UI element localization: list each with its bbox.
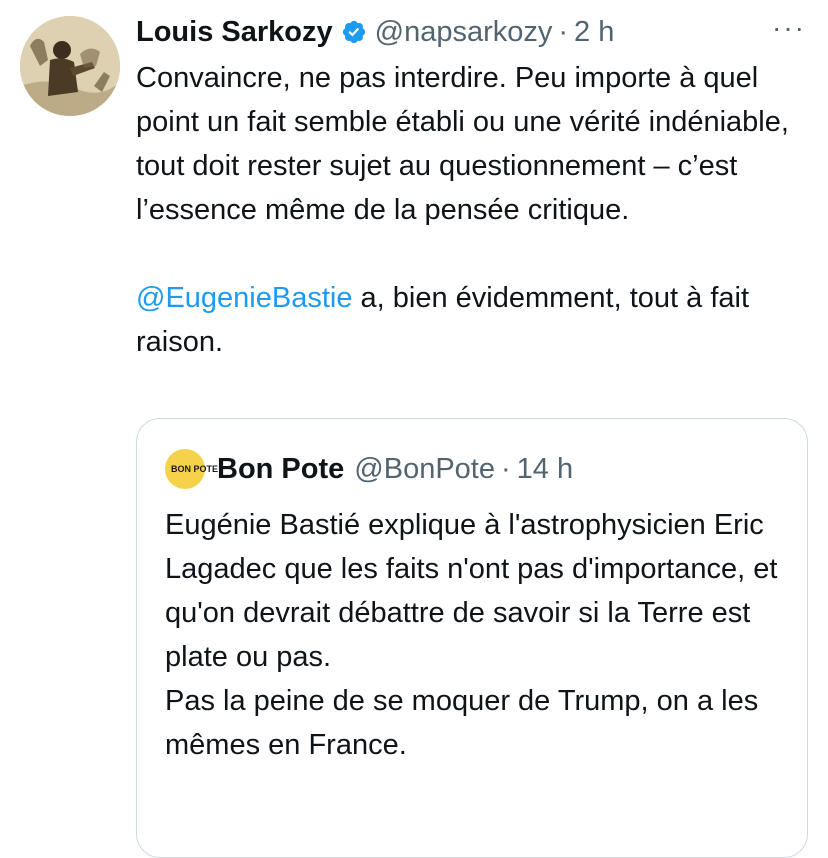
avatar-illustration <box>20 16 120 116</box>
quoted-text-line-2: Pas la peine de se moquer de Trump, on a… <box>165 685 759 761</box>
tweet-text: Convaincre, ne pas interdire. Peu import… <box>136 56 808 364</box>
tweet-paragraph-1: Convaincre, ne pas interdire. Peu import… <box>136 62 789 226</box>
timestamp[interactable]: 2 h <box>574 16 614 49</box>
quoted-avatar[interactable]: BON POTE <box>165 449 219 489</box>
author-handle[interactable]: @napsarkozy <box>375 16 553 49</box>
quoted-author-name[interactable]: Bon Pote <box>217 453 344 486</box>
quoted-tweet-text: Eugénie Bastié explique à l'astrophysici… <box>165 503 785 767</box>
avatar[interactable] <box>20 16 120 116</box>
quoted-separator-dot: · <box>500 452 511 485</box>
verified-badge-icon <box>342 20 365 44</box>
quoted-tweet-header: BON POTE Bon Pote @BonPote · 14 h <box>165 449 573 489</box>
quoted-timestamp[interactable]: 14 h <box>517 453 573 486</box>
tweet-header: Louis Sarkozy @napsarkozy · 2 h <box>136 12 614 52</box>
quoted-avatar-logo-text: BON POTE <box>171 463 219 474</box>
author-name[interactable]: Louis Sarkozy <box>136 16 333 49</box>
more-options-icon[interactable]: ··· <box>772 14 806 42</box>
separator-dot: · <box>558 15 569 48</box>
tweet-paragraph-2: @EugenieBastie a, bien évidemment, tout … <box>136 276 808 364</box>
quoted-author-handle[interactable]: @BonPote <box>354 453 495 486</box>
quoted-tweet[interactable]: BON POTE Bon Pote @BonPote · 14 h Eugéni… <box>136 418 808 858</box>
quoted-text-line-1: Eugénie Bastié explique à l'astrophysici… <box>165 509 778 673</box>
mention-link[interactable]: @EugenieBastie <box>136 282 352 314</box>
